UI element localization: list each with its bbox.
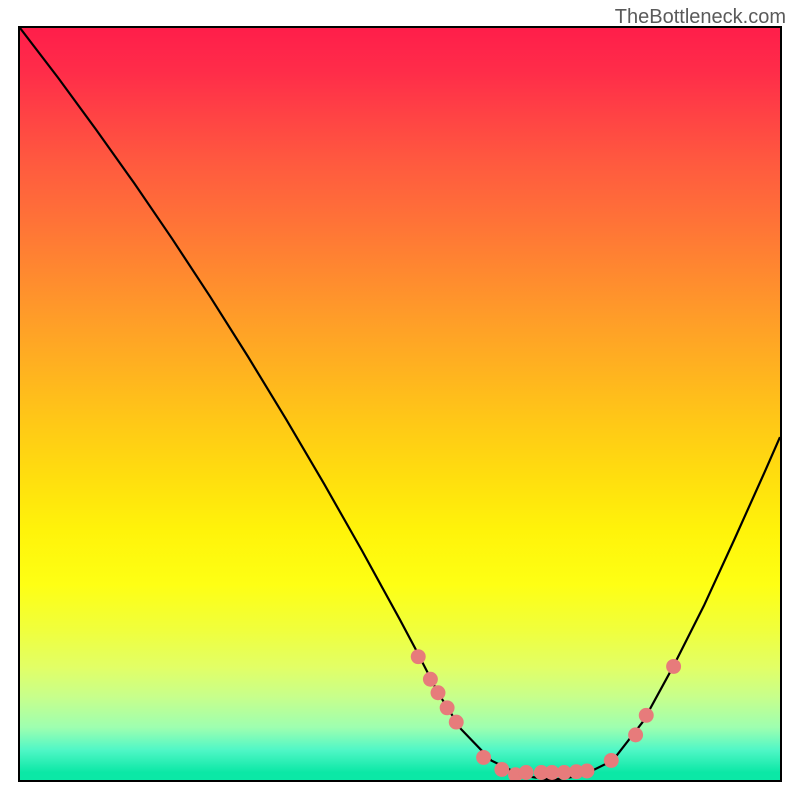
data-point xyxy=(666,659,681,674)
data-point xyxy=(440,700,455,715)
curve-svg xyxy=(20,28,780,780)
data-point xyxy=(494,762,509,777)
chart-container: TheBottleneck.com xyxy=(0,0,800,800)
data-point xyxy=(519,765,534,780)
watermark-text: TheBottleneck.com xyxy=(615,6,786,29)
plot-area xyxy=(18,26,782,782)
data-point xyxy=(639,708,654,723)
bottleneck-curve xyxy=(20,28,780,780)
data-point xyxy=(423,672,438,687)
data-point xyxy=(579,764,594,779)
data-point xyxy=(411,649,426,664)
data-point xyxy=(476,750,491,765)
data-point xyxy=(431,685,446,700)
data-point xyxy=(604,753,619,768)
data-point xyxy=(628,727,643,742)
data-point xyxy=(449,715,464,730)
